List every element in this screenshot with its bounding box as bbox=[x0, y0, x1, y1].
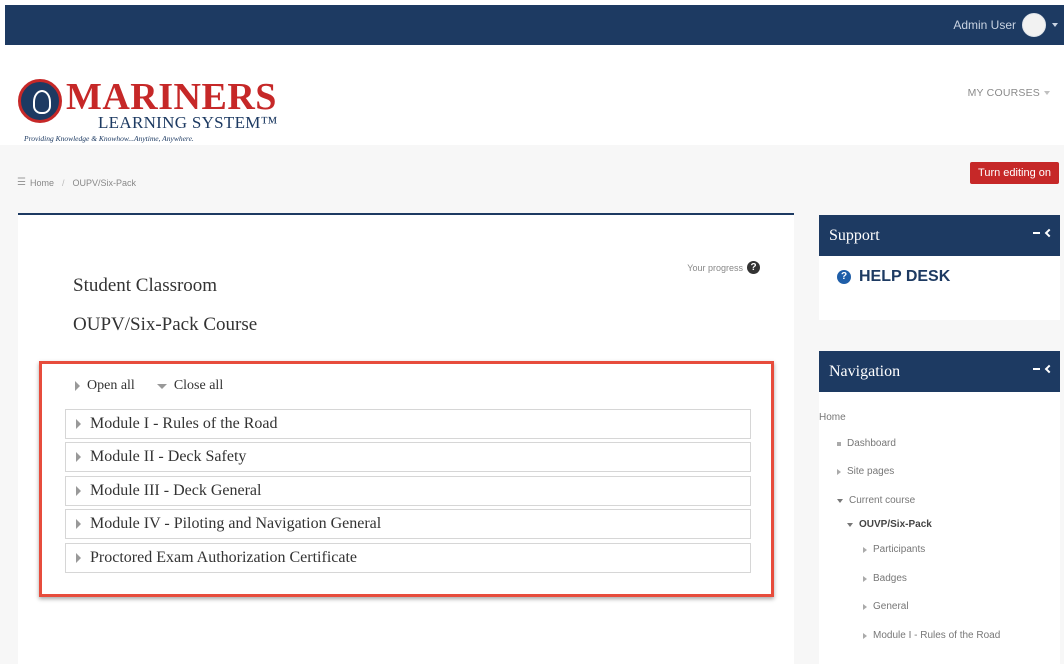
support-block-header: Support bbox=[819, 215, 1060, 256]
triangle-right-icon bbox=[863, 632, 867, 639]
triangle-right-icon bbox=[76, 519, 81, 529]
module-section[interactable]: Module IV - Piloting and Navigation Gene… bbox=[65, 509, 751, 539]
nav-badges-label[interactable]: Badges bbox=[873, 573, 907, 584]
course-category-title: Student Classroom bbox=[73, 275, 218, 296]
support-block: Support ? HELP DESK bbox=[819, 215, 1060, 320]
triangle-right-icon bbox=[863, 603, 867, 610]
nav-general-label[interactable]: General bbox=[873, 601, 909, 612]
caret-down-icon bbox=[1044, 91, 1050, 95]
triangle-down-icon bbox=[837, 498, 843, 503]
triangle-down-icon bbox=[847, 522, 853, 527]
nav-item-current-course[interactable]: Current course bbox=[837, 495, 915, 506]
chevron-left-icon[interactable] bbox=[1044, 228, 1054, 238]
nav-participants-label[interactable]: Participants bbox=[873, 544, 925, 555]
close-all-label[interactable]: Close all bbox=[174, 378, 223, 394]
module-title[interactable]: Module I - Rules of the Road bbox=[90, 415, 278, 433]
module-title[interactable]: Proctored Exam Authorization Certificate bbox=[90, 549, 357, 567]
user-menu[interactable]: Admin User bbox=[953, 5, 1064, 45]
caret-down-icon[interactable] bbox=[1052, 23, 1058, 27]
minus-icon[interactable] bbox=[1033, 232, 1040, 234]
navigation-block: Navigation Home Dashboard Site pages Cur… bbox=[819, 351, 1060, 664]
triangle-right-icon bbox=[863, 575, 867, 582]
nav-site-pages-label[interactable]: Site pages bbox=[847, 466, 894, 477]
minus-icon[interactable] bbox=[1033, 368, 1040, 370]
triangle-right-icon bbox=[76, 419, 81, 429]
module-section[interactable]: Module III - Deck General bbox=[65, 476, 751, 506]
triangle-right-icon bbox=[76, 553, 81, 563]
module-title[interactable]: Module IV - Piloting and Navigation Gene… bbox=[90, 515, 381, 533]
nav-item-module-1[interactable]: Module I - Rules of the Road bbox=[863, 630, 1000, 641]
support-title: Support bbox=[829, 226, 880, 244]
section-toggles: Open all Close all bbox=[75, 378, 223, 394]
turn-editing-on-button[interactable]: Turn editing on bbox=[970, 162, 1059, 184]
course-title: OUPV/Six-Pack Course bbox=[73, 314, 258, 335]
open-all-label[interactable]: Open all bbox=[87, 378, 135, 394]
navigation-title: Navigation bbox=[829, 362, 901, 380]
help-desk-link[interactable]: ? HELP DESK bbox=[837, 268, 950, 286]
triangle-right-icon bbox=[863, 546, 867, 553]
breadcrumb-current[interactable]: OUPV/Six-Pack bbox=[73, 178, 137, 188]
avatar[interactable] bbox=[1022, 13, 1046, 37]
close-all-toggle[interactable]: Close all bbox=[156, 378, 223, 394]
nav-home-label[interactable]: Home bbox=[819, 412, 846, 423]
course-content: Your progress ? Student Classroom OUPV/S… bbox=[18, 213, 794, 664]
nav-dashboard-label[interactable]: Dashboard bbox=[847, 438, 896, 449]
progress-label: Your progress bbox=[687, 262, 743, 273]
breadcrumb-home[interactable]: Home bbox=[30, 178, 54, 188]
nav-item-badges[interactable]: Badges bbox=[863, 573, 907, 584]
nav-course-label[interactable]: OUVP/Six-Pack bbox=[859, 519, 932, 530]
question-icon[interactable]: ? bbox=[747, 261, 760, 274]
logo-title: MARINERS bbox=[66, 76, 277, 118]
breadcrumb: ☰ Home / OUPV/Six-Pack bbox=[17, 177, 136, 188]
triangle-right-icon bbox=[75, 381, 80, 391]
bullet-icon bbox=[837, 441, 841, 446]
top-navbar: Admin User bbox=[5, 5, 1064, 45]
block-controls[interactable] bbox=[1033, 364, 1054, 374]
open-all-toggle[interactable]: Open all bbox=[75, 378, 135, 394]
block-controls[interactable] bbox=[1033, 228, 1054, 238]
nav-item-dashboard[interactable]: Dashboard bbox=[837, 438, 896, 449]
help-desk-label[interactable]: HELP DESK bbox=[859, 268, 950, 286]
module-section[interactable]: Module I - Rules of the Road bbox=[65, 409, 751, 439]
module-section[interactable]: Module II - Deck Safety bbox=[65, 442, 751, 472]
breadcrumb-bar: ☰ Home / OUPV/Six-Pack Turn editing on bbox=[0, 145, 1064, 209]
site-logo[interactable]: MARINERS LEARNING SYSTEM™ Providing Know… bbox=[18, 76, 278, 143]
nav-item-participants[interactable]: Participants bbox=[863, 544, 925, 555]
course-sections-box: Open all Close all Module I - Rules of t… bbox=[39, 361, 774, 597]
triangle-right-icon bbox=[76, 452, 81, 462]
module-title[interactable]: Module II - Deck Safety bbox=[90, 448, 246, 466]
nav-module-1-label[interactable]: Module I - Rules of the Road bbox=[873, 630, 1000, 641]
module-section[interactable]: Proctored Exam Authorization Certificate bbox=[65, 543, 751, 573]
logo-subtitle: LEARNING SYSTEM™ bbox=[98, 113, 278, 132]
nav-item-general[interactable]: General bbox=[863, 601, 909, 612]
logo-mark-icon bbox=[18, 79, 62, 123]
triangle-right-icon bbox=[76, 486, 81, 496]
chevron-left-icon[interactable] bbox=[1044, 364, 1054, 374]
my-courses-menu[interactable]: MY COURSES bbox=[968, 87, 1050, 99]
your-progress: Your progress ? bbox=[687, 261, 760, 274]
my-courses-label[interactable]: MY COURSES bbox=[968, 87, 1040, 99]
triangle-down-icon bbox=[156, 383, 167, 389]
module-title[interactable]: Module III - Deck General bbox=[90, 482, 261, 500]
nav-item-home[interactable]: Home bbox=[819, 412, 846, 423]
nav-item-course[interactable]: OUVP/Six-Pack bbox=[847, 519, 932, 530]
question-icon: ? bbox=[837, 270, 851, 284]
navigation-block-header: Navigation bbox=[819, 351, 1060, 392]
nav-current-course-label[interactable]: Current course bbox=[849, 495, 915, 506]
user-name[interactable]: Admin User bbox=[953, 18, 1016, 32]
logo-tagline: Providing Knowledge & Knowhow...Anytime,… bbox=[24, 134, 194, 143]
site-header: MARINERS LEARNING SYSTEM™ Providing Know… bbox=[5, 45, 1064, 145]
home-icon[interactable]: ☰ bbox=[17, 177, 26, 188]
logo-text: MARINERS LEARNING SYSTEM™ Providing Know… bbox=[24, 76, 278, 143]
breadcrumb-separator: / bbox=[61, 177, 65, 188]
triangle-right-icon bbox=[837, 468, 841, 475]
nav-item-site-pages[interactable]: Site pages bbox=[837, 466, 894, 477]
